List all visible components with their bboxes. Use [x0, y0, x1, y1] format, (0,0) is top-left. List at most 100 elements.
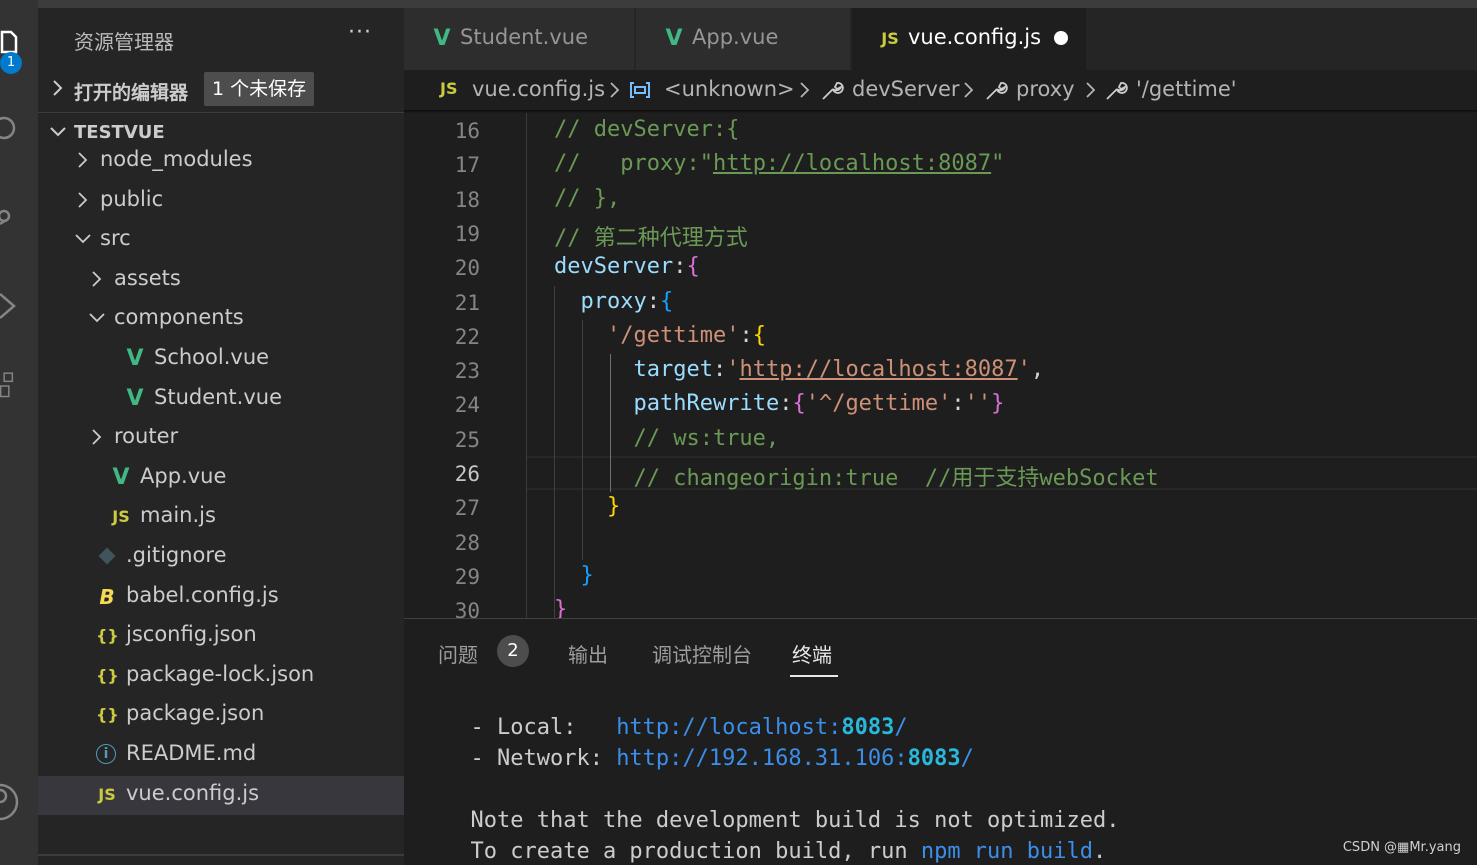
- line-number: 21: [454, 290, 480, 315]
- tree-item[interactable]: .gitignore: [38, 538, 404, 577]
- tree-item[interactable]: i README.md: [38, 736, 404, 775]
- local-url-suffix: /: [894, 715, 908, 740]
- terminal-network-line: - Network: http://192.168.31.106:8083/: [444, 746, 974, 771]
- json-file-icon: {}: [96, 626, 119, 646]
- tree-item[interactable]: V Student.vue: [38, 380, 404, 419]
- network-url-suffix: /: [960, 746, 974, 771]
- line-number: 28: [454, 530, 480, 555]
- breadcrumb-file[interactable]: vue.config.js: [472, 77, 605, 101]
- code-line: // },: [554, 185, 621, 211]
- more-actions-icon[interactable]: ···: [348, 20, 372, 45]
- line-number: 20: [454, 256, 480, 281]
- tree-item[interactable]: {} jsconfig.json: [38, 617, 404, 656]
- tab-label: vue.config.js: [908, 25, 1042, 49]
- network-url-port: 8083: [907, 746, 961, 771]
- chevron-right-icon: [92, 271, 102, 287]
- chevron-right-icon: [1086, 82, 1096, 98]
- tree-item[interactable]: components: [38, 300, 404, 339]
- chevron-right-icon: [78, 191, 88, 208]
- code-line: // changeorigin:true //用于支持webSocket: [554, 466, 1159, 491]
- git-file-icon: [96, 546, 118, 568]
- project-name: TESTVUE: [74, 122, 165, 143]
- run-debug-icon[interactable]: [0, 292, 20, 320]
- code-line: devServer:{: [554, 254, 700, 280]
- tree-item-label: package.json: [126, 701, 265, 726]
- tree-item[interactable]: {} package-lock.json: [38, 657, 404, 696]
- tab-problems[interactable]: 问题: [438, 639, 478, 668]
- tab-debug-console[interactable]: 调试控制台: [652, 639, 752, 668]
- tree-item-label: babel.config.js: [126, 582, 279, 607]
- terminal-network-url[interactable]: http://192.168.31.106:8083/: [616, 746, 974, 771]
- tree-item[interactable]: node_modules: [38, 142, 404, 181]
- tree-item-label: README.md: [126, 741, 257, 765]
- terminal-local-url[interactable]: http://localhost:8083/: [616, 715, 907, 740]
- chevron-right-icon: [610, 82, 620, 98]
- tree-item[interactable]: V App.vue: [38, 459, 404, 498]
- code-line: // 第二种代理方式: [554, 225, 748, 251]
- code-line: }: [580, 562, 594, 588]
- tree-item[interactable]: router: [38, 419, 404, 458]
- section-divider: [38, 112, 404, 113]
- line-number: 25: [454, 427, 480, 452]
- account-icon[interactable]: [0, 782, 20, 822]
- js-file-icon: JS: [98, 784, 116, 804]
- tree-item[interactable]: assets: [38, 261, 404, 300]
- code-line: proxy:{: [580, 288, 674, 314]
- tab-1[interactable]: V App.vue: [636, 8, 850, 70]
- breadcrumb-proxy[interactable]: proxy: [1016, 77, 1075, 101]
- tree-item[interactable]: {} package.json: [38, 696, 404, 735]
- build-prefix: To create a production build, run: [444, 839, 921, 864]
- line-number: 24: [454, 393, 480, 418]
- breadcrumb-devserver[interactable]: devServer: [852, 77, 960, 101]
- build-command: npm run build: [920, 839, 1094, 864]
- local-url-prefix: http://localhost:: [616, 715, 842, 740]
- tree-item[interactable]: src: [38, 221, 404, 260]
- terminal-local-line: - Local: http://localhost:8083/: [444, 715, 907, 740]
- vue-icon: V: [665, 26, 683, 51]
- vue-icon: V: [433, 26, 451, 51]
- breadcrumb-gettime[interactable]: '/gettime': [1136, 77, 1237, 101]
- unsaved-dot-icon[interactable]: [1054, 31, 1068, 45]
- tab-0[interactable]: V Student.vue: [404, 8, 634, 70]
- line-number: 23: [454, 359, 480, 384]
- tree-item[interactable]: JS vue.config.js: [38, 775, 404, 815]
- vue-file-icon: V: [112, 464, 130, 490]
- tree-item[interactable]: JS main.js: [38, 498, 404, 537]
- code-line: // ws:true,: [554, 425, 780, 451]
- tree-item[interactable]: Bbabel.config.js: [38, 578, 404, 617]
- open-editors-section[interactable]: 打开的编辑器 1 个未保存: [38, 72, 404, 108]
- unsaved-badge: 1 个未保存: [204, 72, 315, 106]
- watermark: CSDN @▦Mr.yang: [1342, 840, 1461, 855]
- wrench-icon: [1106, 82, 1128, 100]
- search-icon[interactable]: [0, 116, 20, 144]
- editor-tabs: V Student.vue V App.vue JS vue.config.js: [404, 8, 1477, 70]
- explorer-sidebar: 资源管理器 ··· 打开的编辑器 1 个未保存 TESTVUE node_mod…: [38, 8, 404, 865]
- js-file-icon: JS: [112, 507, 130, 527]
- tab-2[interactable]: JS vue.config.js: [852, 8, 1086, 70]
- explorer-title: 资源管理器: [74, 30, 174, 54]
- tree-item-label: components: [114, 305, 244, 330]
- breadcrumb-unknown[interactable]: <unknown>: [664, 77, 795, 101]
- tree-item[interactable]: V School.vue: [38, 340, 404, 379]
- tree-item-label: router: [114, 424, 179, 449]
- tab-terminal[interactable]: 终端: [792, 639, 832, 668]
- line-number: 26: [454, 462, 480, 486]
- tab-output[interactable]: 输出: [568, 639, 608, 668]
- chevron-right-icon: [92, 429, 102, 445]
- code-line: target:'http://localhost:8087',: [633, 357, 1045, 383]
- source-control-icon[interactable]: [0, 204, 20, 232]
- extensions-icon[interactable]: [0, 372, 20, 400]
- active-tab-underline: [790, 675, 838, 677]
- breadcrumb-js-icon: JS: [440, 79, 458, 98]
- tree-item-label: public: [100, 186, 164, 211]
- js-icon: JS: [881, 29, 899, 48]
- code-editor[interactable]: // devServer:{// proxy:"http://localhost…: [404, 113, 1477, 618]
- line-number: 17: [454, 153, 480, 178]
- babel-file-icon: B: [99, 584, 115, 609]
- tree-item[interactable]: public: [38, 182, 404, 221]
- terminal-network-label: - Network:: [444, 746, 617, 771]
- tree-item-label: vue.config.js: [126, 780, 260, 805]
- code-line: '/gettime':{: [607, 322, 766, 348]
- terminal-build-line: To create a production build, run npm ru…: [444, 839, 1106, 864]
- code-line: // proxy:"http://localhost:8087": [554, 151, 1005, 177]
